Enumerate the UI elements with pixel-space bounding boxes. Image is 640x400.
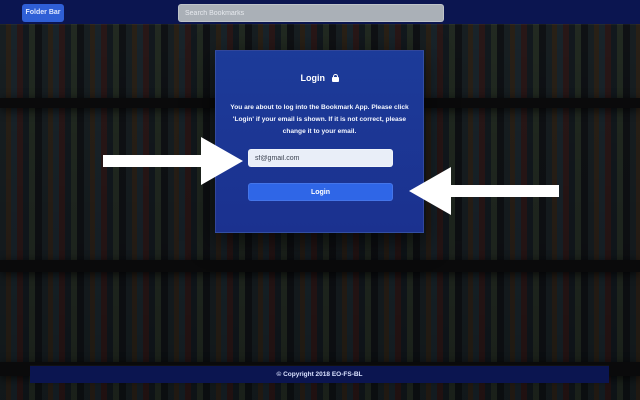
modal-title-text: Login: [300, 73, 325, 83]
folder-bar-button[interactable]: Folder Bar: [22, 4, 64, 22]
login-button[interactable]: Login: [248, 183, 393, 201]
arrow-shaft: [103, 155, 203, 167]
search-bookmarks-input[interactable]: [178, 4, 444, 22]
arrow-left-icon: [409, 167, 559, 215]
lock-icon: [331, 74, 339, 82]
shelf-divider: [0, 260, 640, 272]
arrow-shaft: [449, 185, 559, 197]
arrow-right-icon: [103, 137, 243, 185]
footer: © Copyright 2018 EO-FS-BL: [30, 366, 609, 383]
modal-title: Login: [216, 73, 423, 83]
arrow-head: [409, 167, 451, 215]
footer-copyright: © Copyright 2018 EO-FS-BL: [276, 371, 363, 378]
login-instructions: You are about to log into the Bookmark A…: [230, 104, 409, 135]
arrow-head: [201, 137, 243, 185]
top-bar: Folder Bar: [0, 0, 640, 24]
email-field[interactable]: [248, 149, 393, 167]
